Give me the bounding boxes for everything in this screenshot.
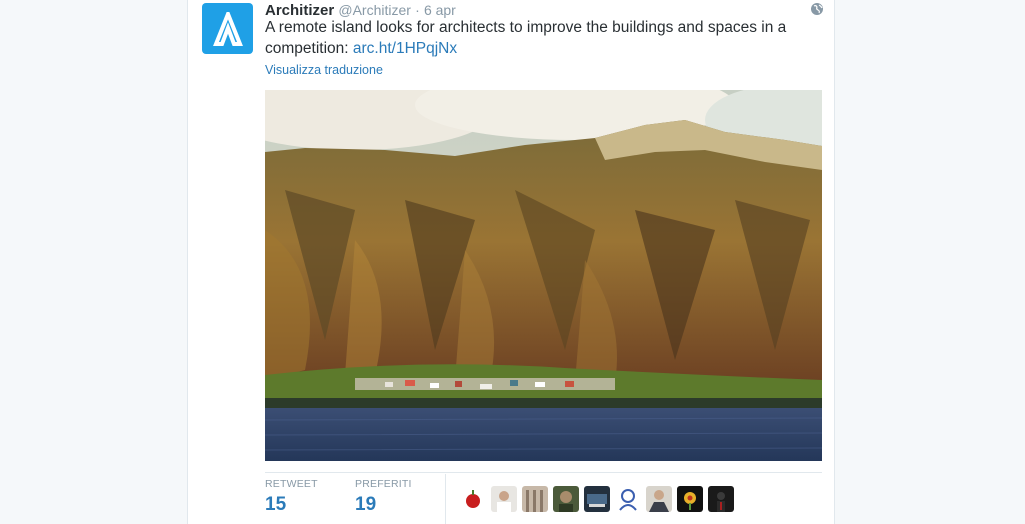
columns-avatar[interactable] [522, 486, 548, 512]
stats-vertical-divider [445, 474, 446, 524]
author-avatar[interactable] [202, 3, 253, 54]
tweet-link[interactable]: arc.ht/1HPqjNx [353, 40, 457, 57]
flower-avatar[interactable] [677, 486, 703, 512]
tweet-photo[interactable] [265, 90, 822, 461]
retweet-count[interactable]: 15 [265, 494, 318, 516]
tweet-body: A remote island looks for architects to … [265, 19, 787, 57]
apple-avatar[interactable] [460, 486, 486, 512]
stats-divider [265, 472, 822, 473]
favorites-count[interactable]: 19 [355, 494, 412, 516]
dark-avatar[interactable] [708, 486, 734, 512]
portrait-avatar[interactable] [553, 486, 579, 512]
suit-avatar[interactable] [646, 486, 672, 512]
retweet-label: RETWEET [265, 478, 318, 490]
tweet-date[interactable]: 6 apr [424, 2, 456, 18]
favorites-label: PREFERITI [355, 478, 412, 490]
desk-avatar[interactable] [584, 486, 610, 512]
favorites-stat[interactable]: PREFERITI 19 [355, 478, 412, 516]
globe-icon[interactable] [810, 2, 824, 16]
author-handle[interactable]: @Architizer [338, 2, 411, 18]
translate-link[interactable]: Visualizza traduzione [265, 63, 383, 77]
retweet-stat[interactable]: RETWEET 15 [265, 478, 318, 516]
architizer-logo-icon [212, 11, 243, 46]
person-avatar[interactable] [491, 486, 517, 512]
tweet-card: Architizer @Architizer · 6 apr A remote … [187, 0, 835, 524]
island-landscape-image [265, 90, 822, 461]
header-separator: · [415, 2, 420, 18]
favoriter-avatars [460, 486, 734, 512]
tweet-text: A remote island looks for architects to … [265, 17, 810, 59]
illustration-avatar[interactable] [615, 486, 641, 512]
